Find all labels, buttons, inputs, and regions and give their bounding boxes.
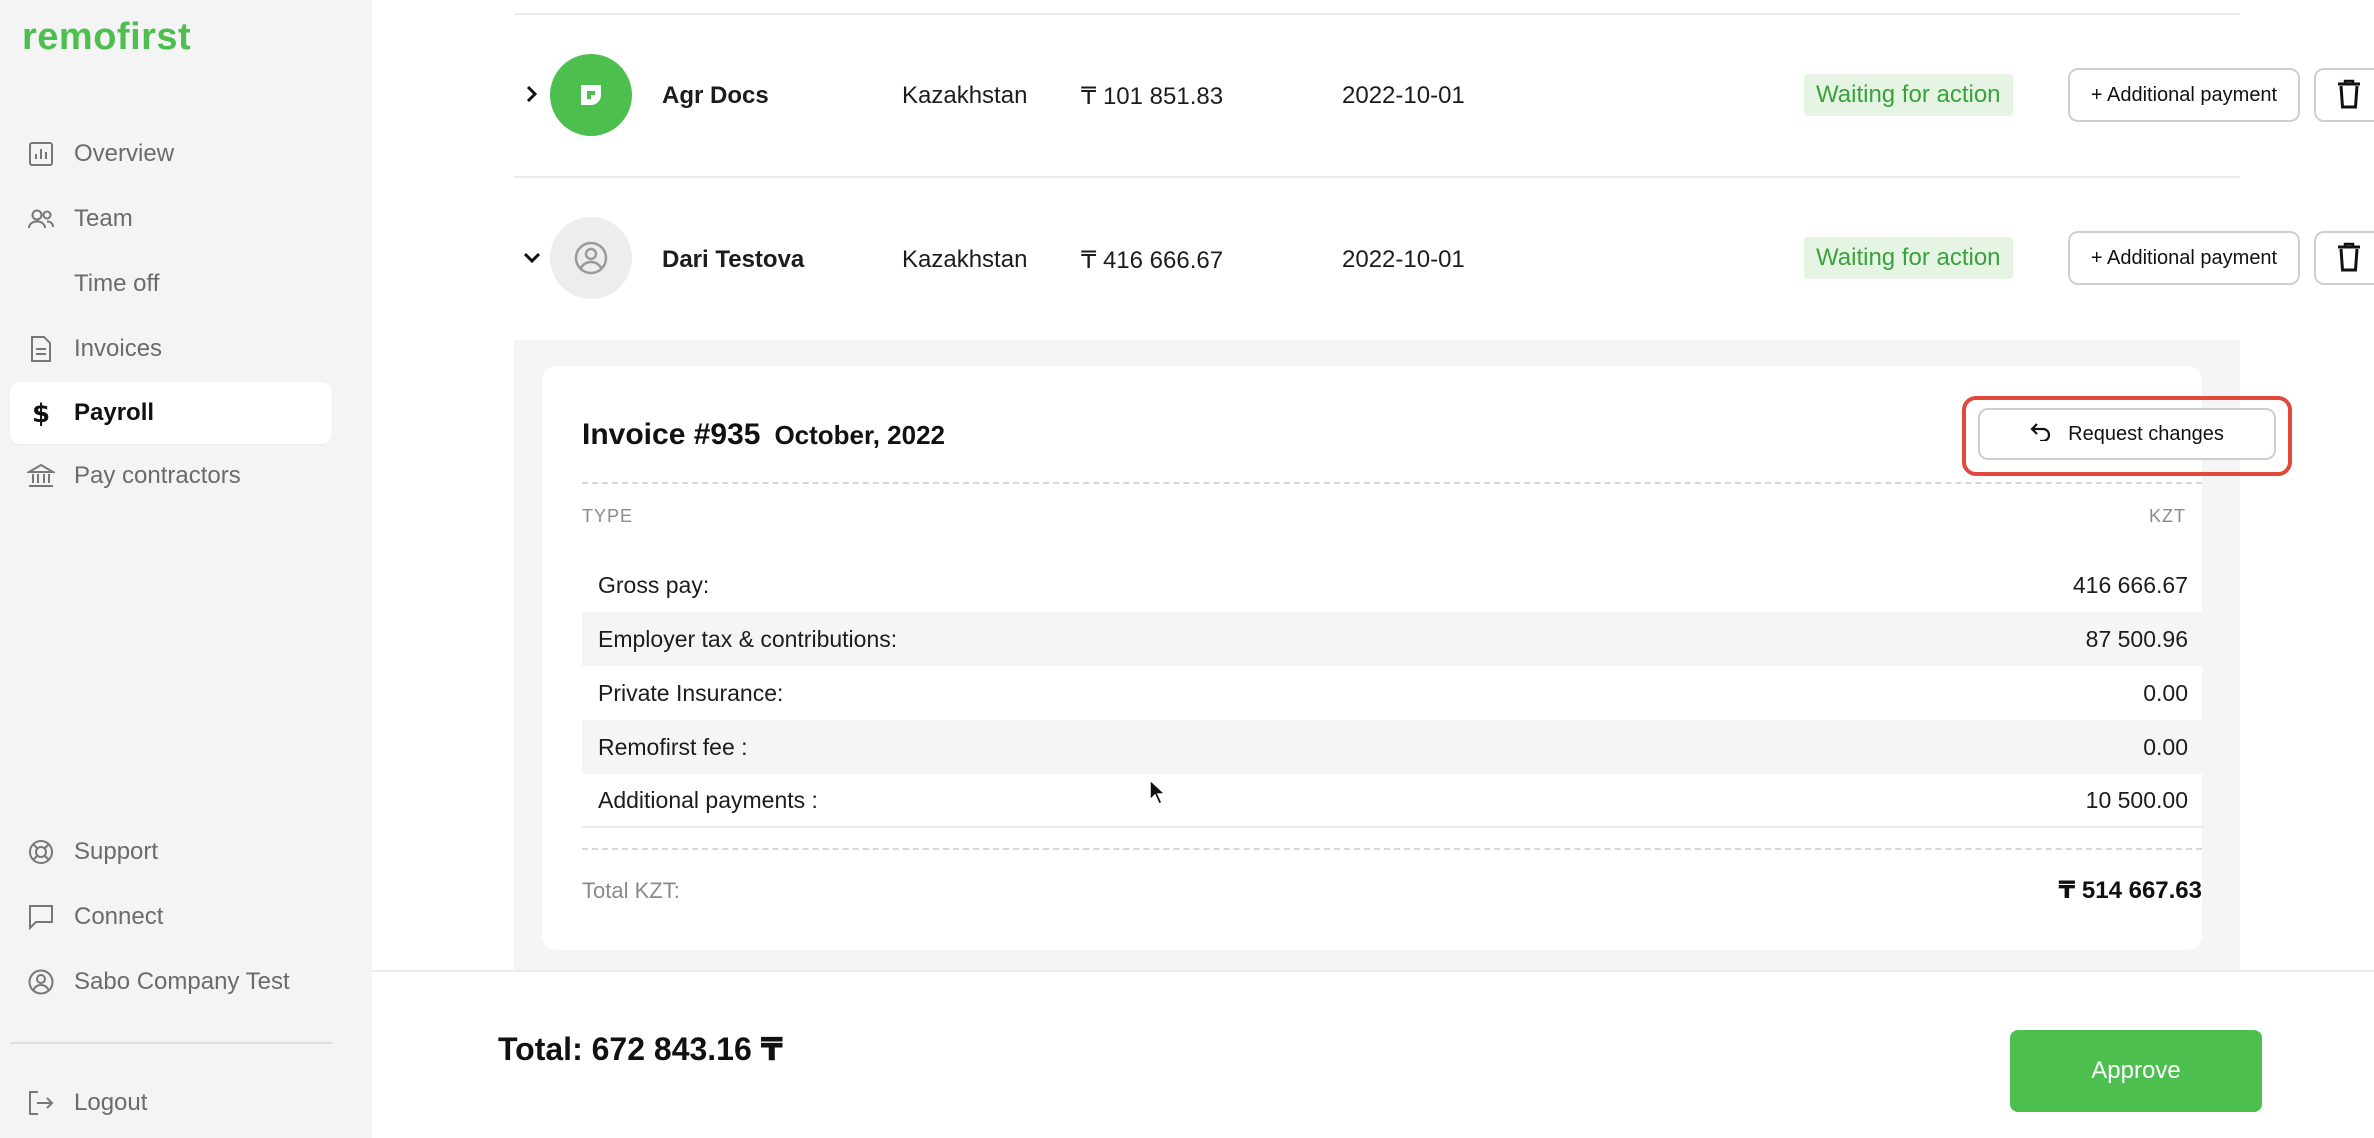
chart-icon	[24, 137, 58, 171]
employee-country: Kazakhstan	[902, 246, 1028, 273]
sidebar-item-label: Overview	[74, 140, 175, 167]
payroll-main: Agr Docs Kazakhstan ₸ 101 851.83 2022-10…	[372, 0, 2374, 970]
status-badge: Waiting for action	[1804, 74, 2013, 116]
line-label: Gross pay:	[598, 571, 710, 598]
dashed-divider	[582, 848, 2202, 850]
document-icon	[24, 332, 58, 366]
sidebar: remofirst Overview Team Time off Invoice…	[0, 0, 372, 1138]
sidebar-item-label: Sabo Company Test	[74, 968, 290, 995]
sidebar-item-label: Invoices	[74, 335, 163, 362]
trash-icon	[2336, 79, 2362, 112]
dashed-divider	[582, 482, 2202, 484]
status-badge: Waiting for action	[1804, 237, 2013, 279]
chevron-down-icon[interactable]	[514, 240, 550, 276]
delete-button[interactable]	[2314, 68, 2374, 122]
invoice-line-employer-tax: Employer tax & contributions: 87 500.96	[582, 612, 2204, 666]
invoice-card: Invoice #935 October, 2022 Request chang…	[542, 366, 2292, 950]
invoice-total-label: Total KZT:	[582, 878, 680, 903]
invoice-title: Invoice #935 October, 2022	[582, 418, 945, 452]
invoice-period: October, 2022	[774, 420, 945, 450]
invoice-line-remofirst-fee: Remofirst fee : 0.00	[582, 720, 2204, 774]
line-label: Private Insurance:	[598, 679, 784, 706]
people-icon	[24, 202, 58, 236]
invoice-total-value: ₸ 514 667.63	[2058, 877, 2202, 904]
grand-total: Total: 672 843.16 ₸	[498, 1031, 783, 1067]
chat-icon	[24, 900, 58, 934]
logo[interactable]: remofirst	[22, 16, 191, 59]
sidebar-item-label: Logout	[74, 1089, 148, 1116]
additional-payment-button[interactable]: + Additional payment	[2068, 231, 2300, 285]
employee-country: Kazakhstan	[902, 82, 1028, 109]
sidebar-item-pay-contractors[interactable]: Pay contractors	[10, 445, 332, 507]
employee-date: 2022-10-01	[1342, 82, 1465, 109]
avatar	[550, 217, 632, 299]
chevron-right-icon[interactable]	[514, 76, 550, 112]
footer-bar: Total: 672 843.16 ₸ Approve	[372, 970, 2374, 1138]
dollar-icon: $	[24, 396, 58, 430]
invoice-line-gross-pay: Gross pay: 416 666.67	[582, 558, 2204, 612]
line-value: 87 500.96	[2085, 625, 2188, 652]
trash-icon	[2336, 242, 2362, 275]
employee-date: 2022-10-01	[1342, 246, 1465, 273]
svg-text:$: $	[32, 399, 50, 428]
invoice-line-additional-payments: Additional payments : 10 500.00	[582, 774, 2204, 828]
sidebar-item-connect[interactable]: Connect	[10, 886, 332, 948]
sidebar-item-label: Support	[74, 838, 159, 865]
sidebar-item-invoices[interactable]: Invoices	[10, 318, 332, 380]
sidebar-item-label: Connect	[74, 903, 164, 930]
lifebuoy-icon	[24, 835, 58, 869]
employee-amount: ₸ 101 851.83	[1081, 83, 1224, 110]
employee-name[interactable]: Agr Docs	[662, 82, 769, 110]
delete-button[interactable]	[2314, 231, 2374, 285]
user-circle-icon	[24, 965, 58, 999]
sidebar-item-label: Payroll	[74, 399, 155, 426]
employee-name[interactable]: Dari Testova	[662, 246, 804, 274]
additional-payment-button[interactable]: + Additional payment	[2068, 68, 2300, 122]
line-label: Additional payments :	[598, 786, 818, 813]
mouse-cursor-icon	[1148, 778, 1168, 811]
sidebar-item-time-off[interactable]: Time off	[10, 253, 332, 315]
column-header-currency: KZT	[2149, 506, 2186, 526]
line-value: 0.00	[2143, 733, 2188, 760]
table-row[interactable]: Dari Testova Kazakhstan ₸ 416 666.67 202…	[514, 176, 2374, 336]
approve-button[interactable]: Approve	[2010, 1030, 2262, 1112]
line-value: 10 500.00	[2085, 786, 2188, 813]
invoice-number: Invoice #935	[582, 418, 761, 451]
table-row[interactable]: Agr Docs Kazakhstan ₸ 101 851.83 2022-10…	[514, 14, 2374, 174]
sidebar-divider	[10, 1042, 332, 1044]
line-label: Remofirst fee :	[598, 733, 748, 760]
sidebar-item-team[interactable]: Team	[10, 188, 332, 250]
sidebar-item-support[interactable]: Support	[10, 821, 332, 883]
line-value: 0.00	[2143, 679, 2188, 706]
sidebar-item-logout[interactable]: Logout	[10, 1072, 332, 1134]
invoice-line-private-insurance: Private Insurance: 0.00	[582, 666, 2204, 720]
undo-icon	[2030, 421, 2068, 447]
request-changes-button[interactable]: Request changes	[1978, 408, 2276, 460]
sidebar-item-label: Team	[74, 205, 133, 232]
column-header-type: TYPE	[582, 506, 634, 526]
employee-amount: ₸ 416 666.67	[1081, 247, 1224, 274]
line-label: Employer tax & contributions:	[598, 625, 898, 652]
sidebar-item-label: Time off	[74, 270, 160, 297]
sidebar-item-overview[interactable]: Overview	[10, 123, 332, 185]
avatar	[550, 54, 632, 136]
sidebar-item-label: Pay contractors	[74, 462, 241, 489]
logout-icon	[24, 1086, 58, 1120]
bank-icon	[24, 459, 58, 493]
sidebar-item-company[interactable]: Sabo Company Test	[10, 951, 332, 1013]
sidebar-item-payroll[interactable]: $ Payroll	[10, 382, 332, 444]
line-value: 416 666.67	[2072, 571, 2188, 598]
request-changes-label: Request changes	[2068, 422, 2224, 445]
